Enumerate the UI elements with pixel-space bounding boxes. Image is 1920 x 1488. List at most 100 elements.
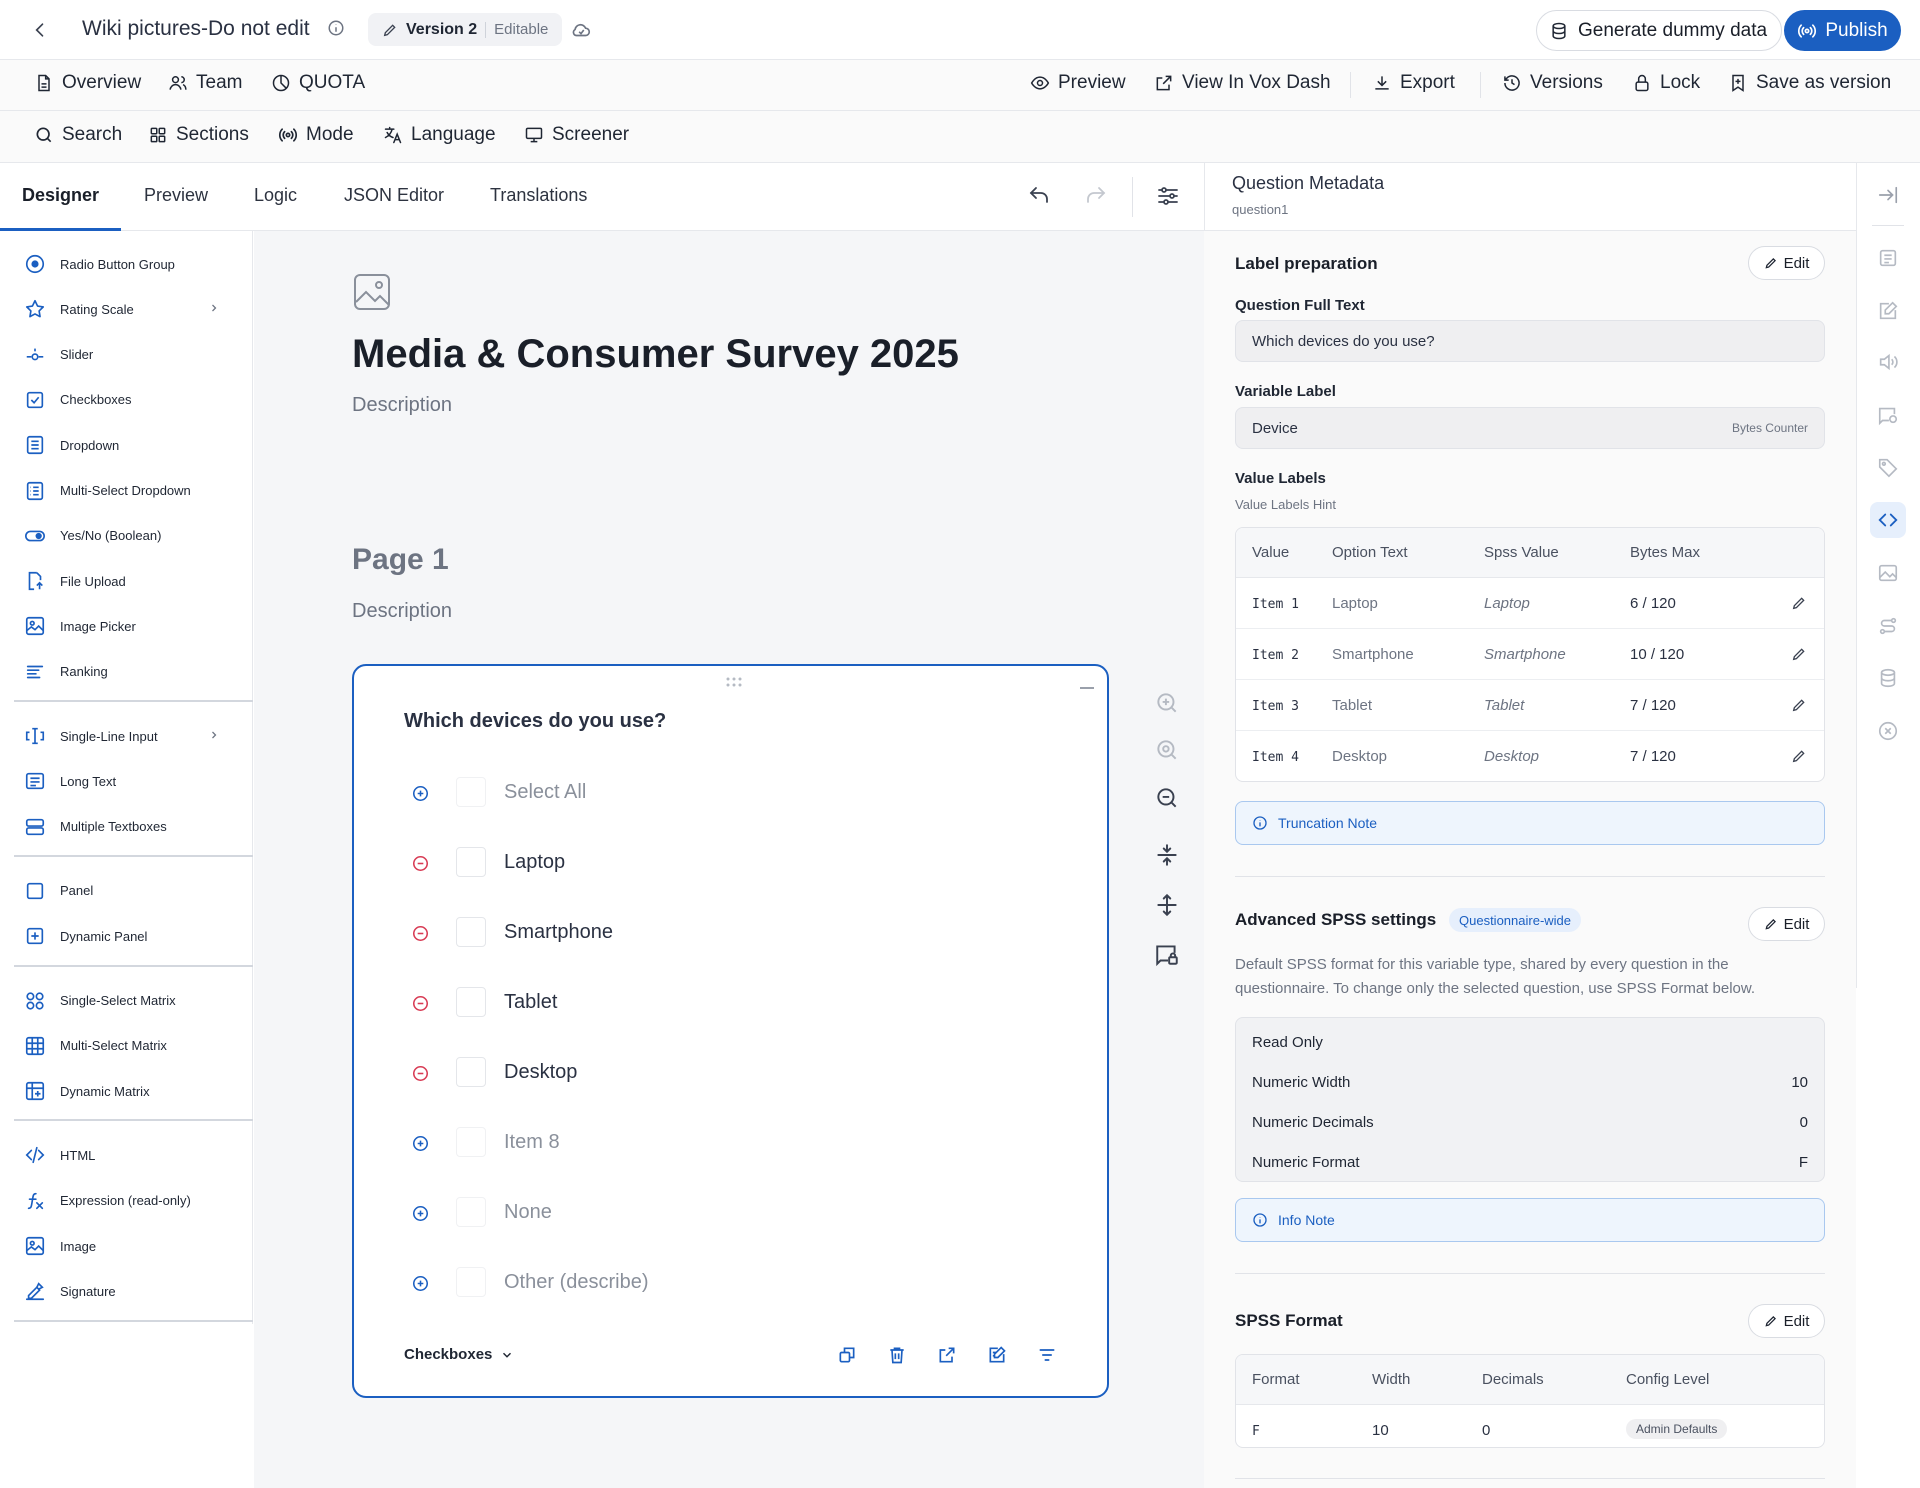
nav-view-in-vox-dash[interactable]: View In Vox Dash <box>1154 72 1331 94</box>
nav-save-as-version[interactable]: Save as version <box>1728 72 1891 94</box>
pencil-icon[interactable] <box>1791 646 1807 662</box>
checkbox[interactable] <box>456 1267 486 1297</box>
toolbox-item[interactable]: Multiple Textboxes <box>22 812 242 842</box>
duplicate-icon[interactable] <box>837 1345 857 1365</box>
zoom-in-icon[interactable] <box>1154 690 1180 716</box>
info-icon[interactable] <box>327 19 345 37</box>
toolbox-item[interactable]: Radio Button Group <box>22 249 242 279</box>
toolbox-item[interactable]: Expression (read-only) <box>22 1186 242 1216</box>
edit-document-icon[interactable] <box>1870 293 1906 329</box>
spss-format-edit-button[interactable]: Edit <box>1748 1304 1825 1338</box>
choice-option[interactable]: None <box>412 1197 1032 1229</box>
question-text[interactable]: Which devices do you use? <box>404 710 666 733</box>
checkbox[interactable] <box>456 847 486 877</box>
toolbox-item[interactable]: Single-Select Matrix <box>22 986 242 1016</box>
checkbox[interactable] <box>456 777 486 807</box>
collapse-panel-icon[interactable] <box>1870 177 1906 213</box>
zoom-reset-icon[interactable] <box>1154 737 1180 763</box>
edit-note-icon[interactable] <box>987 1345 1007 1365</box>
choice-option[interactable]: Other (describe) <box>412 1267 1032 1299</box>
toolbox-item[interactable]: Slider <box>22 340 242 370</box>
remove-circle-icon[interactable] <box>412 995 429 1012</box>
publish-button[interactable]: Publish <box>1784 10 1901 51</box>
page-description[interactable]: Description <box>352 600 452 623</box>
advanced-edit-button[interactable]: Edit <box>1748 907 1825 941</box>
nav-overview[interactable]: Overview <box>34 72 141 94</box>
toolbox-item[interactable]: Dynamic Panel <box>22 921 242 951</box>
label-prep-edit-button[interactable]: Edit <box>1748 246 1825 280</box>
toolbox-item[interactable]: Multi-Select Matrix <box>22 1031 242 1061</box>
toolbox-item[interactable]: Dropdown <box>22 430 242 460</box>
tag-icon[interactable] <box>1870 449 1906 485</box>
survey-description[interactable]: Description <box>352 394 452 417</box>
tab-logic[interactable]: Logic <box>254 185 297 206</box>
toolbox-item[interactable]: Checkboxes <box>22 385 242 415</box>
add-circle-icon[interactable] <box>412 1205 429 1222</box>
toolbox-item[interactable]: Multi-Select Dropdown <box>22 476 242 506</box>
page-title[interactable]: Page 1 <box>352 543 449 577</box>
nav-preview[interactable]: Preview <box>1030 72 1126 94</box>
toolbox-item[interactable]: Ranking <box>22 657 242 687</box>
nav-team[interactable]: Team <box>168 72 242 94</box>
collapse-icon[interactable] <box>1080 687 1094 689</box>
remove-circle-icon[interactable] <box>412 1065 429 1082</box>
tab-designer[interactable]: Designer <box>22 185 99 206</box>
trash-icon[interactable] <box>887 1345 907 1365</box>
zoom-out-icon[interactable] <box>1154 785 1180 811</box>
choice-label[interactable]: Laptop <box>504 851 565 874</box>
redo-icon[interactable] <box>1084 184 1108 208</box>
nav-quota[interactable]: QUOTA <box>271 72 365 94</box>
toolbox-item[interactable]: Long Text <box>22 766 242 796</box>
route-icon[interactable] <box>1870 608 1906 644</box>
speaker-icon[interactable] <box>1870 344 1906 380</box>
settings-sliders-icon[interactable] <box>1156 184 1180 208</box>
choice-label[interactable]: Item 8 <box>504 1131 560 1154</box>
toolbox-item[interactable]: HTML <box>22 1140 242 1170</box>
code-icon[interactable] <box>1870 502 1906 538</box>
question-type-selector[interactable]: Checkboxes <box>404 1346 514 1363</box>
toolbox-item[interactable]: Image Picker <box>22 611 242 641</box>
pencil-icon[interactable] <box>1791 748 1807 764</box>
checkbox[interactable] <box>456 1197 486 1227</box>
remove-circle-icon[interactable] <box>412 855 429 872</box>
tab-preview[interactable]: Preview <box>144 185 208 206</box>
logo-placeholder-icon[interactable] <box>352 272 392 312</box>
add-circle-icon[interactable] <box>412 785 429 802</box>
choice-label[interactable]: Other (describe) <box>504 1271 649 1294</box>
choice-label[interactable]: Tablet <box>504 991 557 1014</box>
toolbox-item[interactable]: Rating Scale <box>22 294 242 324</box>
filter-icon[interactable] <box>1037 1345 1057 1365</box>
tool-language[interactable]: Language <box>383 124 496 146</box>
external-link-icon[interactable] <box>937 1345 957 1365</box>
tool-screener[interactable]: Screener <box>524 124 629 146</box>
choice-option[interactable]: Laptop <box>412 847 1032 879</box>
add-circle-icon[interactable] <box>412 1275 429 1292</box>
toolbox-item[interactable]: Single-Line Input <box>22 721 242 751</box>
database-icon[interactable] <box>1870 660 1906 696</box>
choice-label[interactable]: None <box>504 1201 552 1224</box>
tab-json-editor[interactable]: JSON Editor <box>344 185 444 206</box>
add-circle-icon[interactable] <box>412 1135 429 1152</box>
undo-icon[interactable] <box>1027 184 1051 208</box>
nav-export[interactable]: Export <box>1372 72 1455 94</box>
lock-comment-icon[interactable] <box>1154 941 1180 967</box>
checkbox[interactable] <box>456 987 486 1017</box>
checkbox[interactable] <box>456 1127 486 1157</box>
checkbox[interactable] <box>456 1057 486 1087</box>
choice-option[interactable]: Smartphone <box>412 917 1032 949</box>
tool-mode[interactable]: Mode <box>278 124 354 146</box>
close-circle-icon[interactable] <box>1870 713 1906 749</box>
collapse-vertical-icon[interactable] <box>1154 842 1180 868</box>
toolbox-item[interactable]: Image <box>22 1231 242 1261</box>
survey-title[interactable]: Media & Consumer Survey 2025 <box>352 332 959 377</box>
choice-option[interactable]: Desktop <box>412 1057 1032 1089</box>
tab-translations[interactable]: Translations <box>490 185 587 206</box>
pencil-icon[interactable] <box>1791 595 1807 611</box>
toolbox-item[interactable]: Dynamic Matrix <box>22 1076 242 1106</box>
checkbox[interactable] <box>456 917 486 947</box>
remove-circle-icon[interactable] <box>412 925 429 942</box>
drag-handle-icon[interactable] <box>725 676 743 688</box>
nav-versions[interactable]: Versions <box>1502 72 1603 94</box>
nav-lock[interactable]: Lock <box>1632 72 1700 94</box>
question-card[interactable]: Which devices do you use? Select All Lapt… <box>352 664 1109 1398</box>
